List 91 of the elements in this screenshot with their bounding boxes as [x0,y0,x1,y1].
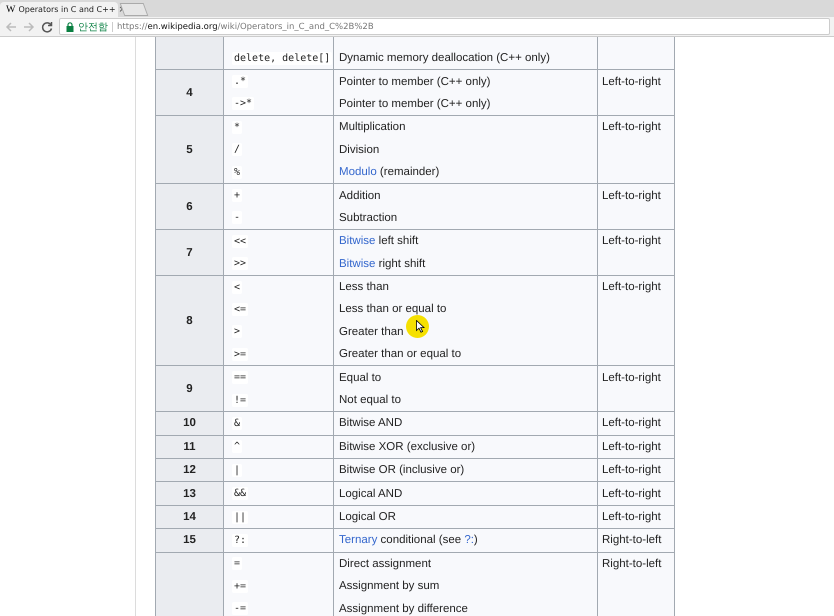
operator-description: Pointer to member (C++ only) [339,98,490,110]
precedence-cell: 15 [156,529,224,552]
security-label: 안전함 [78,20,108,34]
associativity-text: Left-to-right [602,440,661,453]
link[interactable]: Bitwise [339,235,376,248]
favicon: W [6,4,16,15]
associativity-text: Left-to-right [602,235,661,248]
precedence-cell: 12 [156,459,224,482]
operator-code: == [232,371,248,384]
operator-description: Pointer to member (C++ only) [339,76,490,88]
operator-code: .* [232,75,248,88]
operator-description: Bitwise XOR (exclusive or) [339,440,476,453]
operator-code: -= [232,602,248,616]
associativity-text: Left-to-right [602,417,661,430]
tab-title: Operators in C and C++ [18,5,116,14]
operator-description: Less than [339,281,389,294]
operator-code: <= [232,302,248,316]
associativity-text: Left-to-right [602,76,661,88]
associativity-text: Left-to-right [602,488,661,500]
operator-code: = [232,557,242,570]
operator-code: << [232,234,248,248]
link[interactable]: ?: [464,534,474,546]
operator-description: Bitwise right shift [339,258,426,270]
url-text: https://en.wikipedia.org/wiki/Operators_in_C_and_C%2B%2B [117,22,374,32]
operator-code: / [232,143,242,156]
operator-description: Equal to [339,372,382,384]
operator-description: Bitwise AND [339,417,402,430]
pointer-icon [416,320,425,333]
operator-description: Assignment by difference [339,602,468,615]
new-tab-button[interactable] [120,3,148,16]
associativity-text: Left-to-right [602,121,661,134]
operator-description: Bitwise left shift [339,235,418,248]
link[interactable]: Modulo [339,166,377,178]
operator-description: Not equal to [339,394,402,406]
operator-code: < [232,280,242,294]
precedence-cell: 11 [156,436,224,458]
operator-code: >> [232,257,248,270]
precedence-cell: 8 [156,276,224,366]
forward-icon[interactable] [23,20,35,32]
operator-code: && [232,487,248,500]
associativity-text: Left-to-right [602,511,661,523]
operator-description: Logical OR [339,511,396,523]
operator-description: Division [339,144,380,156]
operator-description: Modulo (remainder) [339,166,440,178]
link[interactable]: Bitwise [339,258,376,270]
operator-description: Greater than or equal to [339,348,462,360]
associativity-text: Left-to-right [602,281,661,294]
lock-icon [66,22,74,32]
operator-code: ^ [232,440,242,454]
address-bar[interactable]: 안전함 https://en.wikipedia.org/wiki/Operators_in_C_and_C%2B%2B [59,18,830,35]
operator-description: Assignment by sum [339,580,440,592]
operator-description: Multiplication [339,121,406,134]
operator-code: delete, delete[] [232,52,332,65]
operator-code: % [232,166,242,179]
operator-code: != [232,394,248,407]
operator-code: > [232,325,242,338]
operator-code: + [232,189,242,202]
operator-code: - [232,211,242,224]
reload-icon[interactable] [41,20,53,32]
operator-code: ?: [232,534,248,547]
operator-description: Dynamic memory deallocation (C++ only) [339,52,550,64]
operator-description: Direct assignment [339,558,432,570]
operator-code: & [232,416,242,430]
operator-description: Subtraction [339,212,398,224]
operator-code: || [232,510,248,524]
associativity-text: Left-to-right [602,464,661,476]
precedence-cell: 6 [156,184,224,230]
precedence-cell: 13 [156,482,224,505]
operator-description: Bitwise OR (inclusive or) [339,464,464,476]
operator-code: | [232,464,242,477]
operator-description: Logical AND [339,488,402,500]
link[interactable]: Ternary [339,534,378,546]
precedence-cell: 4 [156,70,224,116]
operator-code: += [232,580,248,593]
precedence-cell: 9 [156,366,224,412]
associativity-text: Left-to-right [602,190,661,202]
operator-description: Ternary conditional (see ?:) [339,534,478,546]
precedence-cell: 5 [156,116,224,184]
operator-code: ->* [232,97,254,110]
operator-description: Addition [339,190,381,202]
precedence-cell: 10 [156,412,224,435]
operator-code: >= [232,348,248,361]
back-icon[interactable] [5,20,17,32]
operator-description: Less than or equal to [339,303,446,316]
associativity-text: Left-to-right [602,372,661,384]
precedence-cell: 7 [156,230,224,275]
operator-description: Greater than [339,326,404,338]
associativity-text: Right-to-left [602,534,662,546]
associativity-text: Right-to-left [602,558,662,570]
operator-code: * [232,120,242,134]
precedence-cell: 14 [156,506,224,528]
